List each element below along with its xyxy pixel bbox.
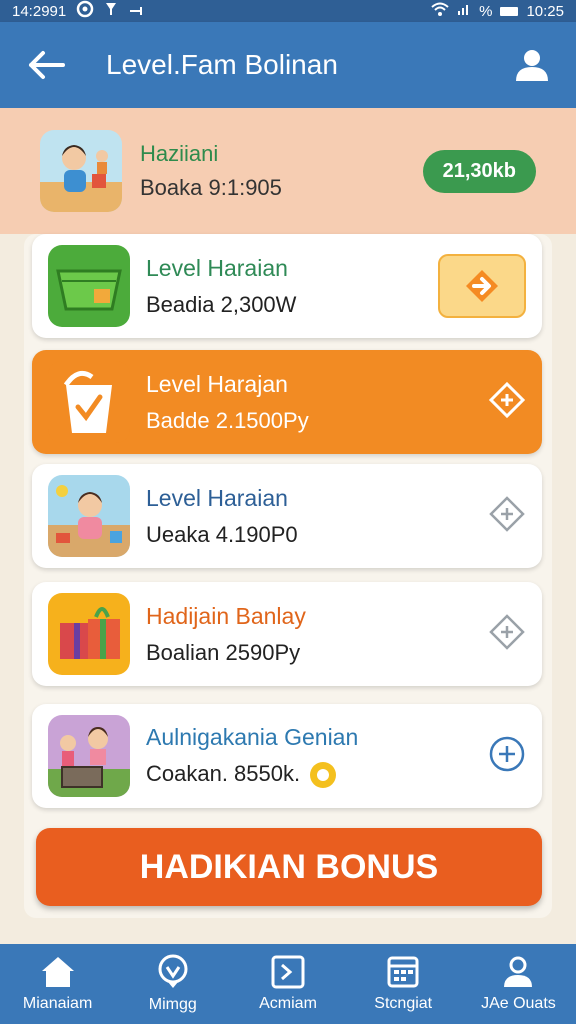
child-playing-image <box>40 130 122 212</box>
arrow-right-icon <box>466 270 498 302</box>
gift-box-image <box>48 593 130 675</box>
bucket-check-image <box>48 361 130 443</box>
bottom-nav: Mianaiam Mimgg Acmiam Stcngiat JAe Ouats <box>0 944 576 1024</box>
add-button[interactable] <box>488 735 526 778</box>
nav-label: Mianaiam <box>22 995 93 1012</box>
summary-banner: Haziiani Boaka 9:1:905 21,30kb <box>0 108 576 234</box>
diamond-plus-icon <box>488 381 526 418</box>
expand-button[interactable] <box>488 495 526 538</box>
basket-image <box>48 245 130 327</box>
signal-icon <box>457 2 471 20</box>
user-icon <box>516 50 548 81</box>
item-title: Aulnigakania Genian <box>146 723 359 750</box>
wifi-icon <box>431 2 449 20</box>
summary-name: Haziiani <box>140 141 219 166</box>
item-title: Hadijain Banlay <box>146 602 306 629</box>
item-subtitle: Boalian 2590Py <box>146 639 301 665</box>
go-button[interactable] <box>438 254 526 318</box>
app-header: Level.Fam Bolinan <box>0 22 576 108</box>
item-title: Level Harajan <box>146 370 288 397</box>
nav-item-actions[interactable]: Acmiam <box>230 944 345 1024</box>
location-pin-icon <box>158 954 188 988</box>
nav-label: Mimgg <box>148 996 197 1013</box>
item-subtitle-text: Coakan. 8550k. <box>146 760 301 786</box>
children-basket-image <box>48 715 130 797</box>
list-item[interactable]: Hadijain Banlay Boalian 2590Py <box>32 582 542 686</box>
battery-icon <box>500 6 519 16</box>
list-item[interactable]: Level Haraian Ueaka 4.190P0 <box>32 464 542 568</box>
status-bar: 14:2991 % 10:25 <box>0 0 576 22</box>
nav-item-home[interactable]: Mianaiam <box>0 944 115 1024</box>
home-icon <box>41 957 74 987</box>
user-icon <box>504 956 533 987</box>
item-subtitle: Beadia 2,300W <box>146 291 297 317</box>
status-time-right: 10:25 <box>526 2 564 20</box>
expand-button[interactable] <box>488 613 526 656</box>
level-list: Level Haraian Beadia 2,300W Level Haraja… <box>24 234 552 918</box>
back-button[interactable] <box>22 41 70 89</box>
terminal-icon <box>271 955 305 989</box>
arrow-left-icon <box>29 51 65 79</box>
item-subtitle: Badde 2.1500Py <box>146 407 309 433</box>
profile-button[interactable] <box>510 43 554 87</box>
diamond-plus-icon <box>489 613 525 650</box>
diamond-plus-icon <box>489 495 525 532</box>
page-title: Level.Fam Bolinan <box>106 49 338 80</box>
plus-circle-icon <box>489 736 525 771</box>
item-subtitle: Coakan. 8550k. <box>146 760 358 789</box>
expand-button[interactable] <box>488 381 526 424</box>
nav-item-profile[interactable]: JAe Ouats <box>461 944 576 1024</box>
item-subtitle: Ueaka 4.190P0 <box>146 521 298 547</box>
battery-percent: % <box>479 2 493 20</box>
nav-item-location[interactable]: Mimgg <box>115 944 230 1024</box>
child-classroom-image <box>48 475 130 557</box>
notification-icon <box>76 0 94 22</box>
nav-label: Stcngiat <box>374 995 433 1012</box>
nav-item-calendar[interactable]: Stcngiat <box>346 944 461 1024</box>
nav-label: JAe Ouats <box>481 995 556 1012</box>
bonus-button[interactable]: HADIKIAN BONUS <box>36 828 542 906</box>
status-time-left: 14:2991 <box>12 2 67 20</box>
coin-icon <box>310 762 337 789</box>
nav-label: Acmiam <box>259 995 317 1012</box>
item-title: Level Haraian <box>146 484 288 511</box>
list-item[interactable]: Level Harajan Badde 2.1500Py <box>32 350 542 454</box>
pin-icon <box>104 1 118 21</box>
item-title: Level Haraian <box>146 254 288 281</box>
list-item[interactable]: Level Haraian Beadia 2,300W <box>32 234 542 338</box>
points-badge[interactable]: 21,30kb <box>422 149 536 193</box>
calendar-icon <box>387 956 419 988</box>
list-item[interactable]: Aulnigakania Genian Coakan. 8550k. <box>32 704 542 808</box>
minus-icon <box>128 3 144 20</box>
summary-subtitle: Boaka 9:1:905 <box>140 175 282 200</box>
